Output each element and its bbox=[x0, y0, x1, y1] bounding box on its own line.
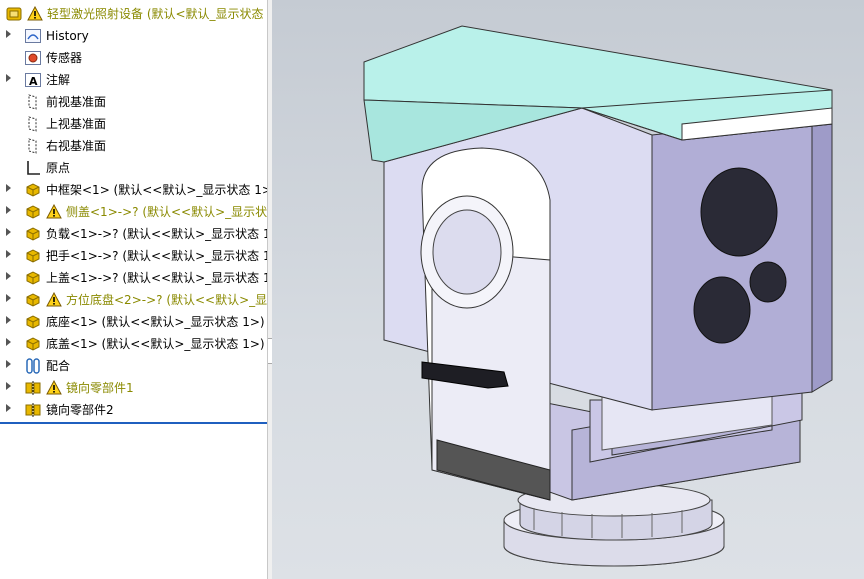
tree-item[interactable]: 右视基准面 bbox=[0, 135, 267, 157]
tree-item[interactable]: 底盖<1> (默认<<默认>_显示状态 1>) bbox=[0, 333, 267, 355]
part-icon bbox=[24, 335, 42, 353]
tree-item[interactable]: 前视基准面 bbox=[0, 91, 267, 113]
tree-item[interactable]: 负载<1>->? (默认<<默认>_显示状态 1> bbox=[0, 223, 268, 245]
tree-item[interactable]: 方位底盘<2>->? (默认<<默认>_显示 bbox=[0, 289, 268, 311]
tree-item-label: 把手<1>->? (默认<<默认>_显示状态 1> bbox=[46, 249, 268, 263]
part-icon bbox=[24, 247, 42, 265]
expand-arrow-icon[interactable] bbox=[6, 30, 11, 38]
tree-item-label: 负载<1>->? (默认<<默认>_显示状态 1> bbox=[46, 227, 268, 241]
tree-item[interactable]: 中框架<1> (默认<<默认>_显示状态 1>) bbox=[0, 179, 268, 201]
history-folder-icon bbox=[24, 27, 42, 45]
tree-item-label: 镜向零部件1 bbox=[66, 381, 134, 395]
tree-root-node[interactable]: 轻型激光照射设备 (默认<默认_显示状态 bbox=[0, 3, 267, 25]
tree-item-label: History bbox=[46, 29, 89, 43]
part-icon bbox=[24, 203, 42, 221]
part-icon bbox=[24, 269, 42, 287]
tree-item[interactable]: A 注解 bbox=[0, 69, 267, 91]
tree-item[interactable]: 传感器 bbox=[0, 47, 267, 69]
tree-item-label: 配合 bbox=[46, 359, 71, 373]
annotation-icon: A bbox=[24, 71, 42, 89]
tree-item[interactable]: 侧盖<1>->? (默认<<默认>_显示状态 bbox=[0, 201, 268, 223]
sensor-icon bbox=[24, 49, 42, 67]
tree-item[interactable]: 底座<1> (默认<<默认>_显示状态 1>) bbox=[0, 311, 267, 333]
graphics-viewport[interactable] bbox=[272, 0, 864, 579]
part-icon bbox=[24, 225, 42, 243]
tree-item-label: 前视基准面 bbox=[46, 95, 107, 109]
expand-arrow-icon[interactable] bbox=[6, 272, 11, 280]
tree-item[interactable]: 配合 bbox=[0, 355, 267, 377]
tree-item[interactable]: 原点 bbox=[0, 157, 267, 179]
tree-item-label: 轻型激光照射设备 (默认<默认_显示状态 bbox=[47, 7, 264, 21]
svg-text:A: A bbox=[29, 75, 38, 88]
expand-arrow-icon[interactable] bbox=[6, 338, 11, 346]
tree-item-label: 上盖<1>->? (默认<<默认>_显示状态 1> bbox=[46, 271, 268, 285]
tree-item-label: 中框架<1> (默认<<默认>_显示状态 1>) bbox=[46, 183, 268, 197]
part-icon bbox=[24, 291, 42, 309]
warning-icon bbox=[46, 203, 62, 220]
expand-arrow-icon[interactable] bbox=[6, 404, 11, 412]
camera-gimbal-model bbox=[363, 25, 833, 567]
expand-arrow-icon[interactable] bbox=[6, 228, 11, 236]
expand-arrow-icon[interactable] bbox=[6, 294, 11, 302]
expand-arrow-icon[interactable] bbox=[6, 382, 11, 390]
tree-item[interactable]: History bbox=[0, 25, 267, 47]
tree-item-label: 右视基准面 bbox=[46, 139, 107, 153]
expand-arrow-icon[interactable] bbox=[6, 74, 11, 82]
plane-icon bbox=[24, 115, 42, 133]
part-icon bbox=[24, 313, 42, 331]
tree-item[interactable]: 镜向零部件1 bbox=[0, 377, 267, 399]
tree-item-label: 侧盖<1>->? (默认<<默认>_显示状态 bbox=[66, 205, 268, 219]
tree-item-label: 底盖<1> (默认<<默认>_显示状态 1>) bbox=[46, 337, 265, 351]
warning-icon bbox=[46, 291, 62, 308]
mirror-component-icon bbox=[24, 401, 42, 419]
tree-item[interactable]: 上视基准面 bbox=[0, 113, 267, 135]
tree-item-label: 传感器 bbox=[46, 51, 83, 65]
tree-item[interactable]: 上盖<1>->? (默认<<默认>_显示状态 1> bbox=[0, 267, 268, 289]
plane-icon bbox=[24, 137, 42, 155]
tree-item-label: 镜向零部件2 bbox=[46, 403, 114, 417]
mirror-component-icon bbox=[24, 379, 42, 397]
plane-icon bbox=[24, 93, 42, 111]
mates-icon bbox=[24, 357, 42, 375]
expand-arrow-icon[interactable] bbox=[6, 250, 11, 258]
expand-arrow-icon[interactable] bbox=[6, 206, 11, 214]
tree-item[interactable]: 把手<1>->? (默认<<默认>_显示状态 1> bbox=[0, 245, 268, 267]
warning-icon bbox=[46, 379, 62, 396]
origin-icon bbox=[24, 159, 42, 177]
expand-arrow-icon[interactable] bbox=[6, 184, 11, 192]
tree-item-label: 方位底盘<2>->? (默认<<默认>_显示 bbox=[66, 293, 268, 307]
expand-arrow-icon[interactable] bbox=[6, 360, 11, 368]
tree-item[interactable]: 镜向零部件2 bbox=[0, 399, 267, 421]
tree-item-label: 注解 bbox=[46, 73, 71, 87]
tree-item-label: 上视基准面 bbox=[46, 117, 107, 131]
tree-item-label: 底座<1> (默认<<默认>_显示状态 1>) bbox=[46, 315, 265, 329]
feature-manager-tree: 轻型激光照射设备 (默认<默认_显示状态 History 传感器 A 注解前视基准面上视… bbox=[0, 0, 268, 579]
part-icon bbox=[24, 181, 42, 199]
expand-arrow-icon[interactable] bbox=[6, 316, 11, 324]
tree-end-marker bbox=[0, 422, 267, 424]
assembly-icon bbox=[5, 5, 23, 23]
tree-item-label: 原点 bbox=[46, 161, 71, 175]
warning-icon bbox=[27, 5, 43, 22]
yoke-arm-left bbox=[420, 147, 551, 501]
